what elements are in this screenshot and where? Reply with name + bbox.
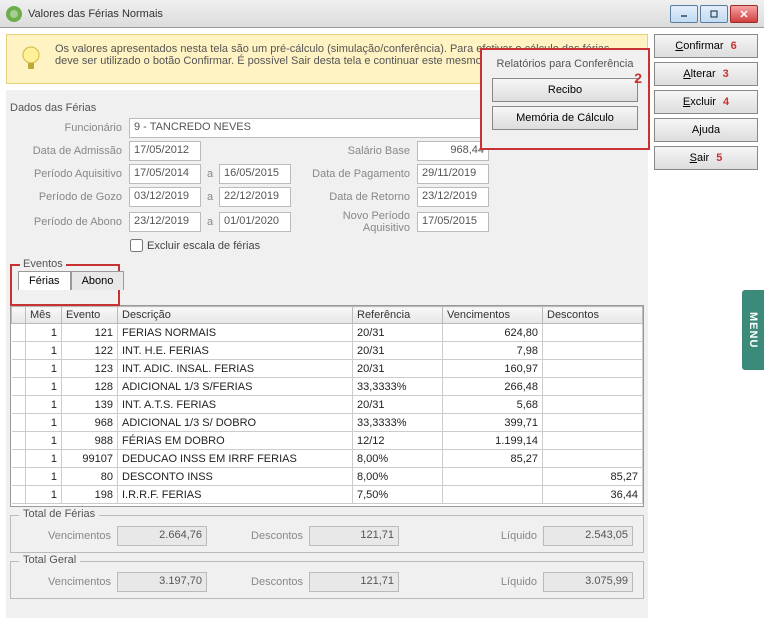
- excluir-button[interactable]: Excluir4: [654, 90, 758, 114]
- field-pg-ini[interactable]: 03/12/2019: [129, 187, 201, 207]
- eventos-table[interactable]: Mês Evento Descrição Referência Vencimen…: [10, 305, 644, 507]
- tab-ferias[interactable]: Férias: [18, 271, 71, 290]
- label-admissao: Data de Admissão: [10, 145, 126, 157]
- label-data-retorno: Data de Retorno: [294, 191, 414, 203]
- label-salario-base: Salário Base: [294, 145, 414, 157]
- table-row[interactable]: 1121FERIAS NORMAIS20/31624,80: [12, 324, 643, 342]
- label-periodo-aquisitivo: Período Aquisitivo: [10, 168, 126, 180]
- recibo-button[interactable]: Recibo: [492, 78, 638, 102]
- label-periodo-gozo: Período de Gozo: [10, 191, 126, 203]
- field-funcionario[interactable]: 9 - TANCREDO NEVES: [129, 118, 489, 138]
- col-descricao[interactable]: Descrição: [118, 307, 353, 324]
- window-minimize-button[interactable]: [670, 5, 698, 23]
- window-close-button[interactable]: [730, 5, 758, 23]
- menu-side-tab[interactable]: MENU: [742, 290, 764, 370]
- table-row[interactable]: 1198I.R.R.F. FERIAS7,50%36,44: [12, 486, 643, 504]
- eventos-group: Eventos 1 Férias Abono: [10, 264, 120, 306]
- relatorios-conferencia-group: Relatórios para Conferência 2 Recibo Mem…: [480, 48, 650, 150]
- field-admissao[interactable]: 17/05/2012: [129, 141, 201, 161]
- total-geral-title: Total Geral: [19, 554, 80, 566]
- field-ab-ini[interactable]: 23/12/2019: [129, 212, 201, 232]
- total-geral-venc: 3.197,70: [117, 572, 207, 592]
- lightbulb-icon: [15, 43, 47, 75]
- col-mes[interactable]: Mês: [26, 307, 62, 324]
- total-geral-group: Total Geral Vencimentos 3.197,70 Descont…: [10, 561, 644, 599]
- total-ferias-venc: 2.664,76: [117, 526, 207, 546]
- label-excluir-escala: Excluir escala de férias: [147, 240, 260, 252]
- table-row[interactable]: 199107DEDUCAO INSS EM IRRF FERIAS8,00%85…: [12, 450, 643, 468]
- field-pa-fim[interactable]: 16/05/2015: [219, 164, 291, 184]
- checkbox-excluir-escala[interactable]: [130, 239, 143, 252]
- field-data-pagamento[interactable]: 29/11/2019: [417, 164, 489, 184]
- total-ferias-group: Total de Férias Vencimentos 2.664,76 Des…: [10, 515, 644, 553]
- col-vencimentos[interactable]: Vencimentos: [443, 307, 543, 324]
- label-periodo-abono: Período de Abono: [10, 216, 126, 228]
- relatorios-title: Relatórios para Conferência: [492, 58, 638, 70]
- alterar-button[interactable]: Alterar3: [654, 62, 758, 86]
- field-pa-ini[interactable]: 17/05/2014: [129, 164, 201, 184]
- total-geral-liq: 3.075,99: [543, 572, 633, 592]
- window-icon: [6, 6, 22, 22]
- total-ferias-title: Total de Férias: [19, 508, 99, 520]
- window-maximize-button[interactable]: [700, 5, 728, 23]
- total-ferias-liq: 2.543,05: [543, 526, 633, 546]
- field-salario-base[interactable]: 968,44: [417, 141, 489, 161]
- sair-button[interactable]: Sair5: [654, 146, 758, 170]
- field-data-retorno[interactable]: 23/12/2019: [417, 187, 489, 207]
- table-row[interactable]: 180DESCONTO INSS8,00%85,27: [12, 468, 643, 486]
- table-row[interactable]: 1988FÉRIAS EM DOBRO12/121.199,14: [12, 432, 643, 450]
- col-referencia[interactable]: Referência: [353, 307, 443, 324]
- label-funcionario: Funcionário: [10, 122, 126, 134]
- table-row[interactable]: 1128ADICIONAL 1/3 S/FERIAS33,3333%266,48: [12, 378, 643, 396]
- table-row[interactable]: 1968ADICIONAL 1/3 S/ DOBRO33,3333%399,71: [12, 414, 643, 432]
- col-evento[interactable]: Evento: [62, 307, 118, 324]
- field-novo-periodo[interactable]: 17/05/2015: [417, 212, 489, 232]
- field-ab-fim[interactable]: 01/01/2020: [219, 212, 291, 232]
- confirmar-button[interactable]: Confirmar6: [654, 34, 758, 58]
- eventos-title: Eventos: [20, 258, 66, 270]
- memoria-calculo-button[interactable]: Memória de Cálculo: [492, 106, 638, 130]
- label-data-pagamento: Data de Pagamento: [294, 168, 414, 180]
- table-row[interactable]: 1139INT. A.T.S. FERIAS20/315,68: [12, 396, 643, 414]
- label-novo-periodo: Novo Período Aquisitivo: [294, 210, 414, 234]
- relatorios-annotation: 2: [634, 70, 642, 86]
- window-title: Valores das Férias Normais: [28, 8, 670, 20]
- total-ferias-desc: 121,71: [309, 526, 399, 546]
- table-row[interactable]: 1123INT. ADIC. INSAL. FERIAS20/31160,97: [12, 360, 643, 378]
- ajuda-button[interactable]: Ajuda: [654, 118, 758, 142]
- total-geral-desc: 121,71: [309, 572, 399, 592]
- field-pg-fim[interactable]: 22/12/2019: [219, 187, 291, 207]
- titlebar: Valores das Férias Normais: [0, 0, 764, 28]
- table-row[interactable]: 1122INT. H.E. FERIAS20/317,98: [12, 342, 643, 360]
- tab-abono[interactable]: Abono: [71, 271, 125, 290]
- col-descontos[interactable]: Descontos: [543, 307, 643, 324]
